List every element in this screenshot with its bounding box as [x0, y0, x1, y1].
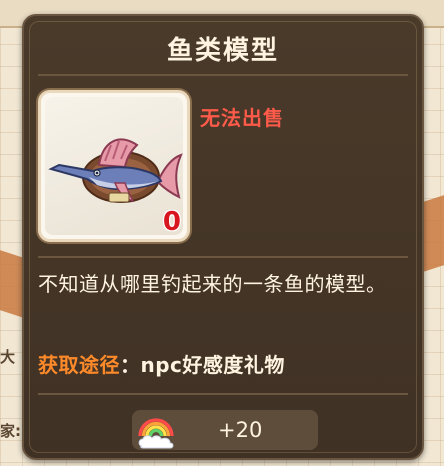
item-tooltip-panel: 鱼类模型 0 无法出售 不知道从哪里钓起来的一条鱼的模型。 获取途径：npc好感… — [22, 14, 424, 460]
source-value: npc好感度礼物 — [140, 353, 285, 377]
item-title: 鱼类模型 — [166, 36, 279, 66]
description-divider — [38, 256, 408, 258]
source-separator: ： — [120, 353, 141, 377]
title-divider — [38, 74, 408, 76]
reward-divider — [38, 393, 408, 395]
item-description: 不知道从哪里钓起来的一条鱼的模型。 — [38, 272, 387, 296]
item-source: 获取途径：npc好感度礼物 — [38, 349, 285, 378]
source-label: 获取途径 — [38, 353, 120, 377]
item-count: 0 — [162, 207, 181, 237]
background-partial-text: 家: — [0, 422, 21, 440]
item-slot[interactable]: 0 — [38, 90, 190, 242]
favor-reward-value: +20 — [218, 418, 263, 442]
background-partial-text: 大 — [0, 348, 16, 366]
rainbow-cloud-icon — [138, 418, 174, 449]
sell-status-label: 无法出售 — [200, 106, 284, 130]
favor-reward-badge: +20 — [132, 410, 318, 450]
